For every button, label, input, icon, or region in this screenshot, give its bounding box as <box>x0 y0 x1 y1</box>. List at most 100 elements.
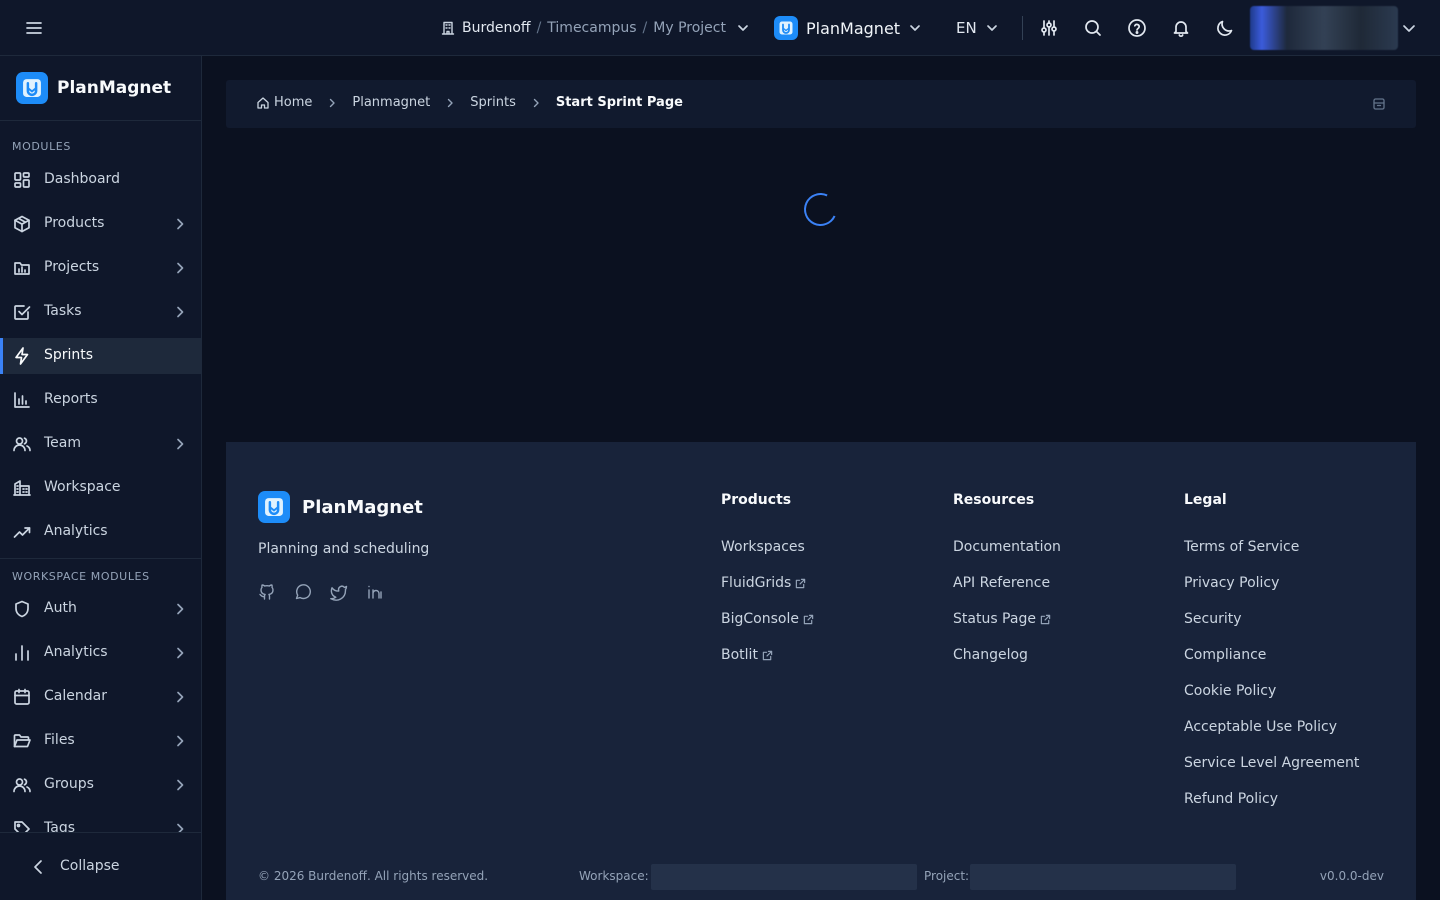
footer-column-legal: Legal Terms of Service Privacy Policy Se… <box>1184 492 1359 817</box>
sidebar-item-workspace[interactable]: Workspace <box>0 470 201 506</box>
footer-link-changelog[interactable]: Changelog <box>953 637 1061 673</box>
planmagnet-logo-icon <box>774 16 798 40</box>
footer-link-label: Refund Policy <box>1184 791 1278 807</box>
footer-link-workspaces[interactable]: Workspaces <box>721 529 814 565</box>
sidebar-scroll-area[interactable]: Auth Analytics Calendar Files Groups Tag… <box>0 556 201 832</box>
copyright-text: © 2026 Burdenoff. All rights reserved. <box>258 869 489 883</box>
linkedin-icon[interactable] <box>366 583 384 601</box>
chevron-right-icon <box>172 436 188 452</box>
footer-link-label: Compliance <box>1184 647 1267 663</box>
footer-link-terms[interactable]: Terms of Service <box>1184 529 1359 565</box>
sidebar-item-label: Auth <box>44 600 77 616</box>
footer-link-label: Status Page <box>953 611 1036 627</box>
sidebar: PlanMagnet MODULES Dashboard Products Pr… <box>0 56 202 900</box>
footer-link-label: Cookie Policy <box>1184 683 1277 699</box>
sidebar-section-modules: MODULES <box>12 140 71 153</box>
users-icon <box>12 775 32 795</box>
footer-link-sla[interactable]: Service Level Agreement <box>1184 745 1359 781</box>
building-icon <box>12 478 32 498</box>
github-icon[interactable] <box>258 583 276 601</box>
footer-link-label: API Reference <box>953 575 1051 591</box>
calendar-icon <box>12 687 32 707</box>
external-link-icon <box>1040 614 1051 625</box>
external-link-icon <box>795 578 806 589</box>
chevron-right-icon <box>172 216 188 232</box>
building-icon <box>440 20 456 36</box>
footer-link-acceptable-use[interactable]: Acceptable Use Policy <box>1184 709 1359 745</box>
footer-link-label: Documentation <box>953 539 1061 555</box>
sidebar-item-tags[interactable]: Tags <box>0 811 201 832</box>
chevron-right-icon <box>172 733 188 749</box>
footer-link-privacy[interactable]: Privacy Policy <box>1184 565 1359 601</box>
footer-link-label: Privacy Policy <box>1184 575 1280 591</box>
planmagnet-logo-icon <box>16 72 48 104</box>
project-value-redacted <box>970 864 1236 890</box>
breadcrumb-item: Home <box>274 95 313 110</box>
sidebar-item-label: Sprints <box>44 347 94 363</box>
chat-icon[interactable] <box>294 583 312 601</box>
archive-icon[interactable] <box>1371 96 1387 112</box>
settings-sliders-icon[interactable] <box>1037 16 1061 40</box>
sidebar-item-team[interactable]: Team <box>0 426 201 462</box>
planmagnet-logo-icon <box>258 491 290 523</box>
chevron-down-icon <box>736 21 750 35</box>
language-label: EN <box>956 19 977 37</box>
footer-brand[interactable]: PlanMagnet <box>258 491 423 523</box>
collapse-label: Collapse <box>60 858 120 874</box>
breadcrumb-item[interactable]: Sprints <box>470 95 516 110</box>
sidebar-item-projects[interactable]: Projects <box>0 250 201 286</box>
sidebar-item-calendar[interactable]: Calendar <box>0 679 201 715</box>
sidebar-brand[interactable]: PlanMagnet <box>16 72 171 104</box>
chevron-down-icon <box>908 21 922 35</box>
users-icon <box>12 434 32 454</box>
footer-link-status-page[interactable]: Status Page <box>953 601 1061 637</box>
search-icon[interactable] <box>1081 16 1105 40</box>
sidebar-item-auth[interactable]: Auth <box>0 591 201 627</box>
user-avatar[interactable] <box>1250 6 1398 50</box>
context-switcher[interactable]: Burdenoff / Timecampus / My Project <box>440 16 750 40</box>
sidebar-item-analytics[interactable]: Analytics <box>0 514 201 550</box>
sidebar-item-tasks[interactable]: Tasks <box>0 294 201 330</box>
loading-spinner <box>799 188 842 231</box>
help-icon[interactable] <box>1125 16 1149 40</box>
app-switcher[interactable]: PlanMagnet <box>774 16 922 40</box>
footer: PlanMagnet Planning and scheduling Produ… <box>226 442 1416 900</box>
collapse-sidebar-button[interactable]: Collapse <box>0 832 201 900</box>
external-link-icon <box>803 614 814 625</box>
sidebar-item-reports[interactable]: Reports <box>0 382 201 418</box>
sidebar-item-sprints[interactable]: Sprints <box>0 338 201 374</box>
footer-link-bigconsole[interactable]: BigConsole <box>721 601 814 637</box>
chevron-down-icon <box>985 21 999 35</box>
sidebar-item-dashboard[interactable]: Dashboard <box>0 162 201 198</box>
chevron-right-icon <box>172 601 188 617</box>
chevron-right-icon <box>172 689 188 705</box>
footer-link-refund-policy[interactable]: Refund Policy <box>1184 781 1359 817</box>
footer-link-label: Security <box>1184 611 1242 627</box>
chevron-down-icon[interactable] <box>1400 18 1418 38</box>
footer-link-documentation[interactable]: Documentation <box>953 529 1061 565</box>
sidebar-item-ws-analytics[interactable]: Analytics <box>0 635 201 671</box>
footer-link-security[interactable]: Security <box>1184 601 1359 637</box>
footer-link-botlit[interactable]: Botlit <box>721 637 814 673</box>
footer-link-cookie-policy[interactable]: Cookie Policy <box>1184 673 1359 709</box>
breadcrumb-item[interactable]: Planmagnet <box>352 95 430 110</box>
moon-icon[interactable] <box>1213 16 1237 40</box>
footer-link-compliance[interactable]: Compliance <box>1184 637 1359 673</box>
footer-link-label: Botlit <box>721 647 758 663</box>
sidebar-item-label: Products <box>44 215 105 231</box>
footer-link-api-reference[interactable]: API Reference <box>953 565 1061 601</box>
hamburger-menu-icon[interactable] <box>22 16 46 40</box>
twitter-icon[interactable] <box>330 583 348 601</box>
app-switcher-label: PlanMagnet <box>806 18 901 38</box>
language-selector[interactable]: EN <box>956 16 999 40</box>
chevron-right-icon <box>172 777 188 793</box>
sidebar-item-groups[interactable]: Groups <box>0 767 201 803</box>
sidebar-item-label: Analytics <box>44 523 108 539</box>
top-bar: Burdenoff / Timecampus / My Project Plan… <box>0 0 1440 56</box>
footer-link-fluidgrids[interactable]: FluidGrids <box>721 565 814 601</box>
bell-icon[interactable] <box>1169 16 1193 40</box>
breadcrumb-home[interactable]: Home <box>256 95 312 110</box>
chevron-right-icon <box>172 260 188 276</box>
sidebar-item-products[interactable]: Products <box>0 206 201 242</box>
sidebar-item-files[interactable]: Files <box>0 723 201 759</box>
